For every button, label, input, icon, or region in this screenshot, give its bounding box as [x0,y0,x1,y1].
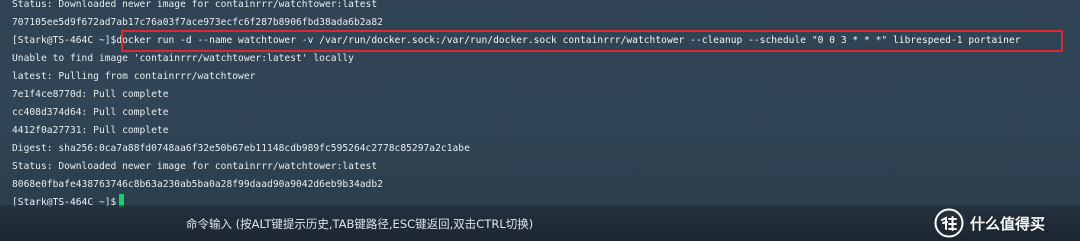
terminal-line: 707105ee5d9f672ad7ab17c76a03f7ace973ecfc… [12,17,383,28]
terminal-line: cc408d374d64: Pull complete [12,107,169,118]
watermark-text: 什么值得买 [970,214,1046,233]
shell-prompt: [Stark@TS-464C ~]$ [12,35,117,46]
terminal-line: Unable to find image 'containrrr/watchto… [12,53,354,64]
command-input-bar[interactable]: 命令输入 (按ALT键提示历史,TAB键路径,ESC键返回,双击CTRL切换) [0,205,1080,241]
watermark: 什么值得买 [934,208,1046,238]
terminal-line: 4412f0a27731: Pull complete [12,125,169,136]
smzdm-logo-icon [934,208,964,238]
command-input-hint[interactable]: 命令输入 (按ALT键提示历史,TAB键路径,ESC键返回,双击CTRL切换) [186,216,533,232]
terminal-output[interactable]: Status: Downloaded newer image for conta… [0,0,1080,208]
command-text: docker run -d --name watchtower -v /var/… [116,35,1021,46]
terminal-line: latest: Pulling from containrrr/watchtow… [12,71,256,82]
terminal-window[interactable]: Status: Downloaded newer image for conta… [0,0,1080,241]
terminal-line: Digest: sha256:0ca7a88fd0748aa6f32e50b67… [12,143,470,154]
command-line: [Stark@TS-464C ~]$docker run -d --name w… [12,32,1021,50]
terminal-line: Status: Downloaded newer image for conta… [12,0,378,10]
terminal-line: 7e1f4ce8770d: Pull complete [12,89,169,100]
terminal-line: 8068e0fbafe438763746c8b63a230ab5ba0a28f9… [12,179,383,190]
terminal-line: Status: Downloaded newer image for conta… [12,161,378,172]
